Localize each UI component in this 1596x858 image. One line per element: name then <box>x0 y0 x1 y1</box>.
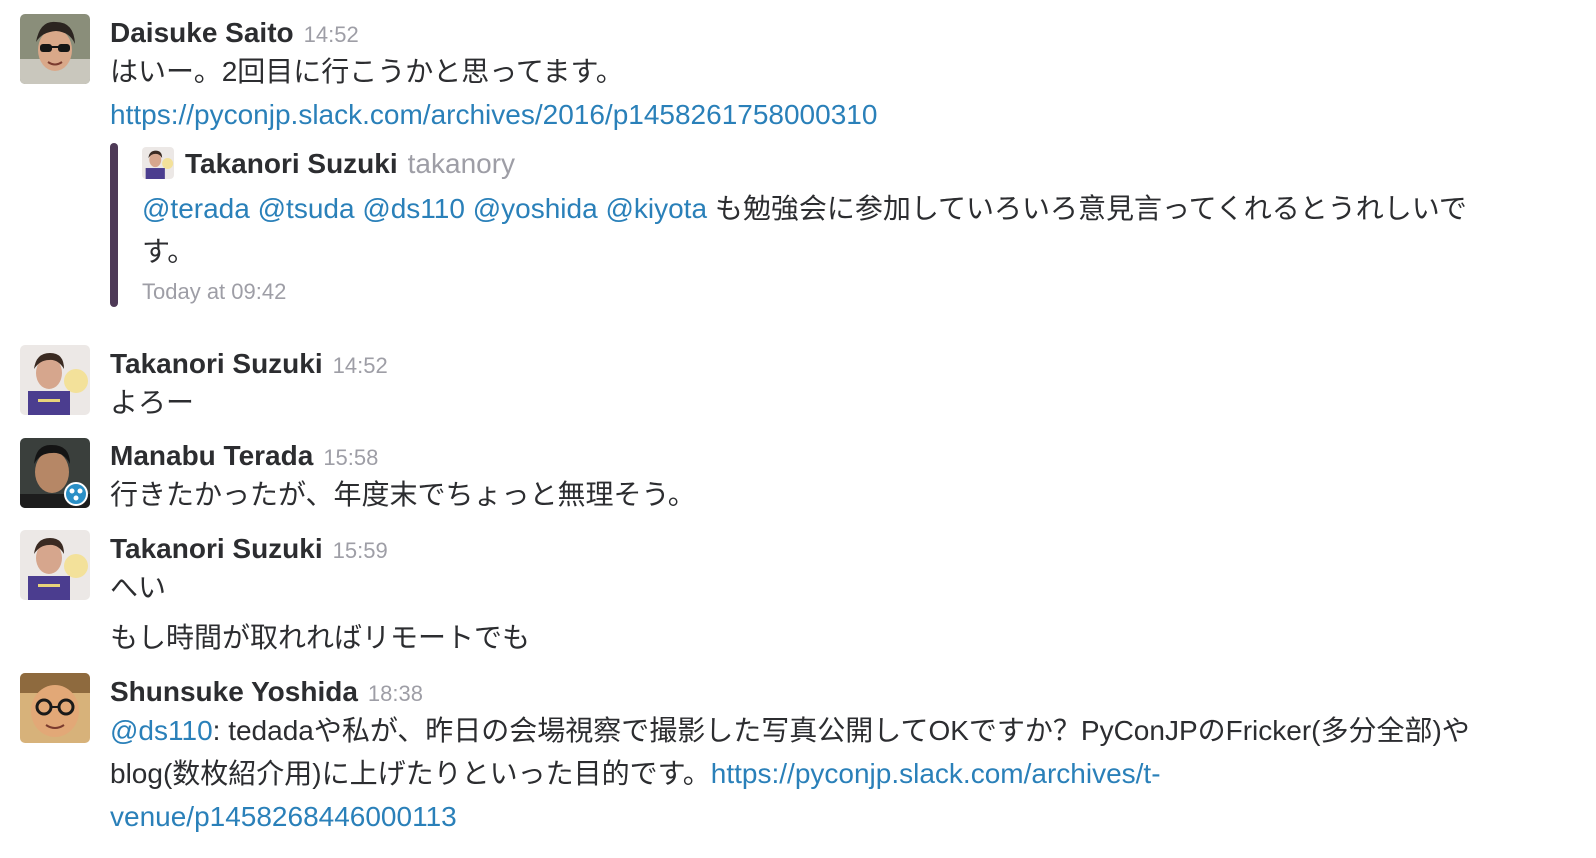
avatar-takanori-suzuki[interactable] <box>20 530 90 600</box>
message-link-continued[interactable]: venue/p1458268446000113 <box>110 801 457 832</box>
author-name[interactable]: Manabu Terada <box>110 440 313 471</box>
message-text-line2: blog(数枚紹介用)に上げたりといった目的です。https://pyconjp… <box>110 752 1550 795</box>
mention-kiyota[interactable]: @kiyota <box>605 193 707 224</box>
message-daisuke-saito: Daisuke Saito 14:52 はいー。2回目に行こうかと思ってます。 h… <box>0 0 1596 320</box>
message-text-body: : tedadaや私が、昨日の会場視察で撮影した写真公開してOKですか？PyCo… <box>212 715 1470 746</box>
author-name[interactable]: Shunsuke Yoshida <box>110 676 358 707</box>
quote-author-handle: takanory <box>407 148 516 179</box>
author-name[interactable]: Takanori Suzuki <box>110 533 323 564</box>
message-text: 行きたかったが、年度末でちょっと無理そう。 <box>110 479 696 510</box>
quote-avatar <box>142 147 174 179</box>
quote-timestamp[interactable]: Today at 09:42 <box>142 279 286 305</box>
avatar-takanori-suzuki[interactable] <box>20 345 90 415</box>
mention-ds110[interactable]: @ds110 <box>362 193 465 224</box>
message-author[interactable]: Shunsuke Yoshida 18:38 <box>110 675 423 711</box>
message-timestamp[interactable]: 18:38 <box>368 681 423 706</box>
message-text: へい <box>110 572 167 603</box>
avatar-shunsuke-yoshida[interactable] <box>20 673 90 743</box>
message-text-body-line2: blog(数枚紹介用)に上げたりといった目的です。 <box>110 758 711 789</box>
mention-tsuda[interactable]: @tsuda <box>258 193 355 224</box>
avatar-manabu-terada[interactable] <box>20 438 90 508</box>
message-link-line: venue/p1458268446000113 <box>110 795 1550 838</box>
message-author[interactable]: Takanori Suzuki 15:59 <box>110 532 388 568</box>
message-timestamp[interactable]: 14:52 <box>333 353 388 378</box>
quote-bar <box>110 143 118 307</box>
message-text-followup: もし時間が取れればリモートでも <box>110 622 531 653</box>
mention-ds110[interactable]: @ds110 <box>110 715 213 746</box>
message-text: @ds110: tedadaや私が、昨日の会場視察で撮影した写真公開してOKです… <box>110 709 1550 752</box>
message-link[interactable]: https://pyconjp.slack.com/archives/t- <box>711 758 1161 789</box>
quoted-message[interactable]: Takanori Suzuki takanory @terada @tsuda @… <box>110 143 1530 307</box>
message-link-line: https://pyconjp.slack.com/archives/2016/… <box>110 93 1550 136</box>
message-timestamp[interactable]: 15:59 <box>333 538 388 563</box>
author-name[interactable]: Takanori Suzuki <box>110 348 323 379</box>
message-link[interactable]: https://pyconjp.slack.com/archives/2016/… <box>110 99 877 130</box>
message-timestamp[interactable]: 14:52 <box>304 22 359 47</box>
mention-terada[interactable]: @terada <box>142 193 250 224</box>
mention-yoshida[interactable]: @yoshida <box>473 193 598 224</box>
message-author[interactable]: Daisuke Saito 14:52 <box>110 16 359 52</box>
message-text: よろー <box>110 387 195 418</box>
author-name[interactable]: Daisuke Saito <box>110 17 294 48</box>
avatar-daisuke-saito[interactable] <box>20 14 90 84</box>
quote-author[interactable]: Takanori Suzuki takanory <box>185 147 515 181</box>
message-author[interactable]: Manabu Terada 15:58 <box>110 439 378 475</box>
quote-text: @terada @tsuda @ds110 @yoshida @kiyota も… <box>142 187 1512 273</box>
message-timestamp[interactable]: 15:58 <box>323 445 378 470</box>
message-text: はいー。2回目に行こうかと思ってます。 <box>110 56 624 87</box>
quote-text-body-line2: す。 <box>142 236 196 267</box>
quote-author-name[interactable]: Takanori Suzuki <box>185 148 398 179</box>
message-author[interactable]: Takanori Suzuki 14:52 <box>110 347 388 383</box>
quote-text-body: も勉強会に参加していろいろ意見言ってくれるとうれしいで <box>714 193 1467 224</box>
